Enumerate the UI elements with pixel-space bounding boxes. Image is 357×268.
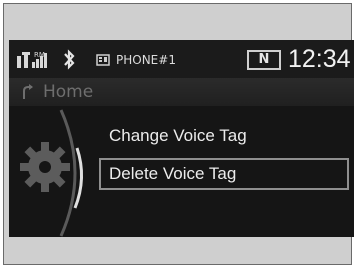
menu-item-delete-voice-tag[interactable]: Delete Voice Tag <box>99 158 349 190</box>
menu-item-change-voice-tag[interactable]: Change Voice Tag <box>99 120 349 152</box>
status-bar: RM PHONE#1 N 12:34 <box>9 40 354 78</box>
mode-badge: N <box>247 50 281 70</box>
menu-dial-arc <box>59 109 83 237</box>
roam-label: RM <box>34 51 45 59</box>
bluetooth-icon <box>64 49 75 70</box>
phone-name: PHONE#1 <box>116 53 176 67</box>
screenshot-frame: RM PHONE#1 N 12:34 Home Change Voice Tag… <box>3 3 354 265</box>
phone-book-icon <box>96 54 110 66</box>
page-title: Home <box>43 82 94 102</box>
infotainment-screen: RM PHONE#1 N 12:34 Home Change Voice Tag… <box>9 40 354 237</box>
signal-roam-icon: RM <box>17 51 47 68</box>
header-bar: Home <box>9 78 354 106</box>
clock: 12:34 <box>288 45 351 73</box>
back-arrow-icon[interactable] <box>21 84 35 100</box>
